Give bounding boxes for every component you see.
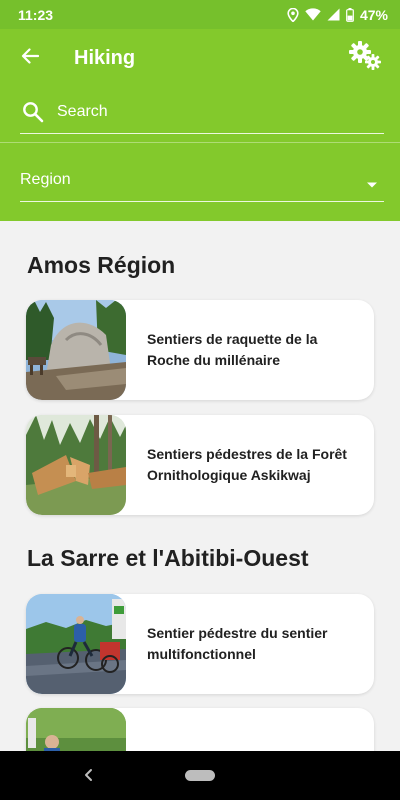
- list-item[interactable]: [26, 708, 374, 751]
- status-icons: 47%: [287, 7, 388, 23]
- list-item[interactable]: Sentiers de raquette de la Roche du mill…: [26, 300, 374, 400]
- app-header: Hiking Search Region: [0, 29, 400, 221]
- card-title: Sentier pédestre du sentier multifonctio…: [147, 625, 328, 662]
- wifi-icon: [305, 8, 321, 21]
- status-bar: 11:23 47%: [0, 0, 400, 29]
- dropdown-arrow-icon: [366, 176, 378, 188]
- section-title: La Sarre et l'Abitibi-Ouest: [27, 545, 309, 571]
- region-select[interactable]: Region: [20, 159, 384, 202]
- header-divider: [0, 142, 400, 143]
- nav-back-icon[interactable]: [82, 767, 96, 783]
- list-item[interactable]: Sentiers pédestres de la Forêt Ornitholo…: [26, 415, 374, 515]
- signal-icon: [327, 8, 340, 21]
- toolbar: Hiking: [0, 29, 400, 87]
- back-button[interactable]: [18, 46, 42, 70]
- card-thumbnail: [26, 594, 126, 694]
- status-time: 11:23: [18, 6, 54, 23]
- battery-icon: [346, 7, 354, 22]
- system-nav-bar: [0, 751, 400, 800]
- search-input[interactable]: [57, 103, 357, 121]
- section-title: Amos Région: [27, 252, 176, 278]
- search-icon: [22, 101, 44, 123]
- search-field[interactable]: [20, 91, 384, 134]
- arrow-left-icon: [21, 47, 40, 69]
- page-title: Hiking: [74, 46, 136, 69]
- card-thumbnail: [26, 415, 126, 515]
- list-item[interactable]: Sentier pédestre du sentier multifonctio…: [26, 594, 374, 694]
- region-select-label: Region: [20, 171, 71, 188]
- battery-percent: 47%: [359, 6, 388, 23]
- card-thumbnail: [26, 708, 126, 751]
- content-list[interactable]: Amos Région Sentiers de raquette de la R…: [0, 221, 400, 751]
- card-title: Sentiers de raquette de la Roche du mill…: [147, 331, 318, 368]
- nav-home-pill[interactable]: [185, 770, 215, 781]
- card-title: Sentiers pédestres de la Forêt Ornitholo…: [147, 446, 347, 483]
- settings-button[interactable]: [348, 40, 384, 76]
- card-thumbnail: [26, 300, 126, 400]
- gears-icon: [349, 40, 383, 76]
- location-icon: [287, 7, 299, 22]
